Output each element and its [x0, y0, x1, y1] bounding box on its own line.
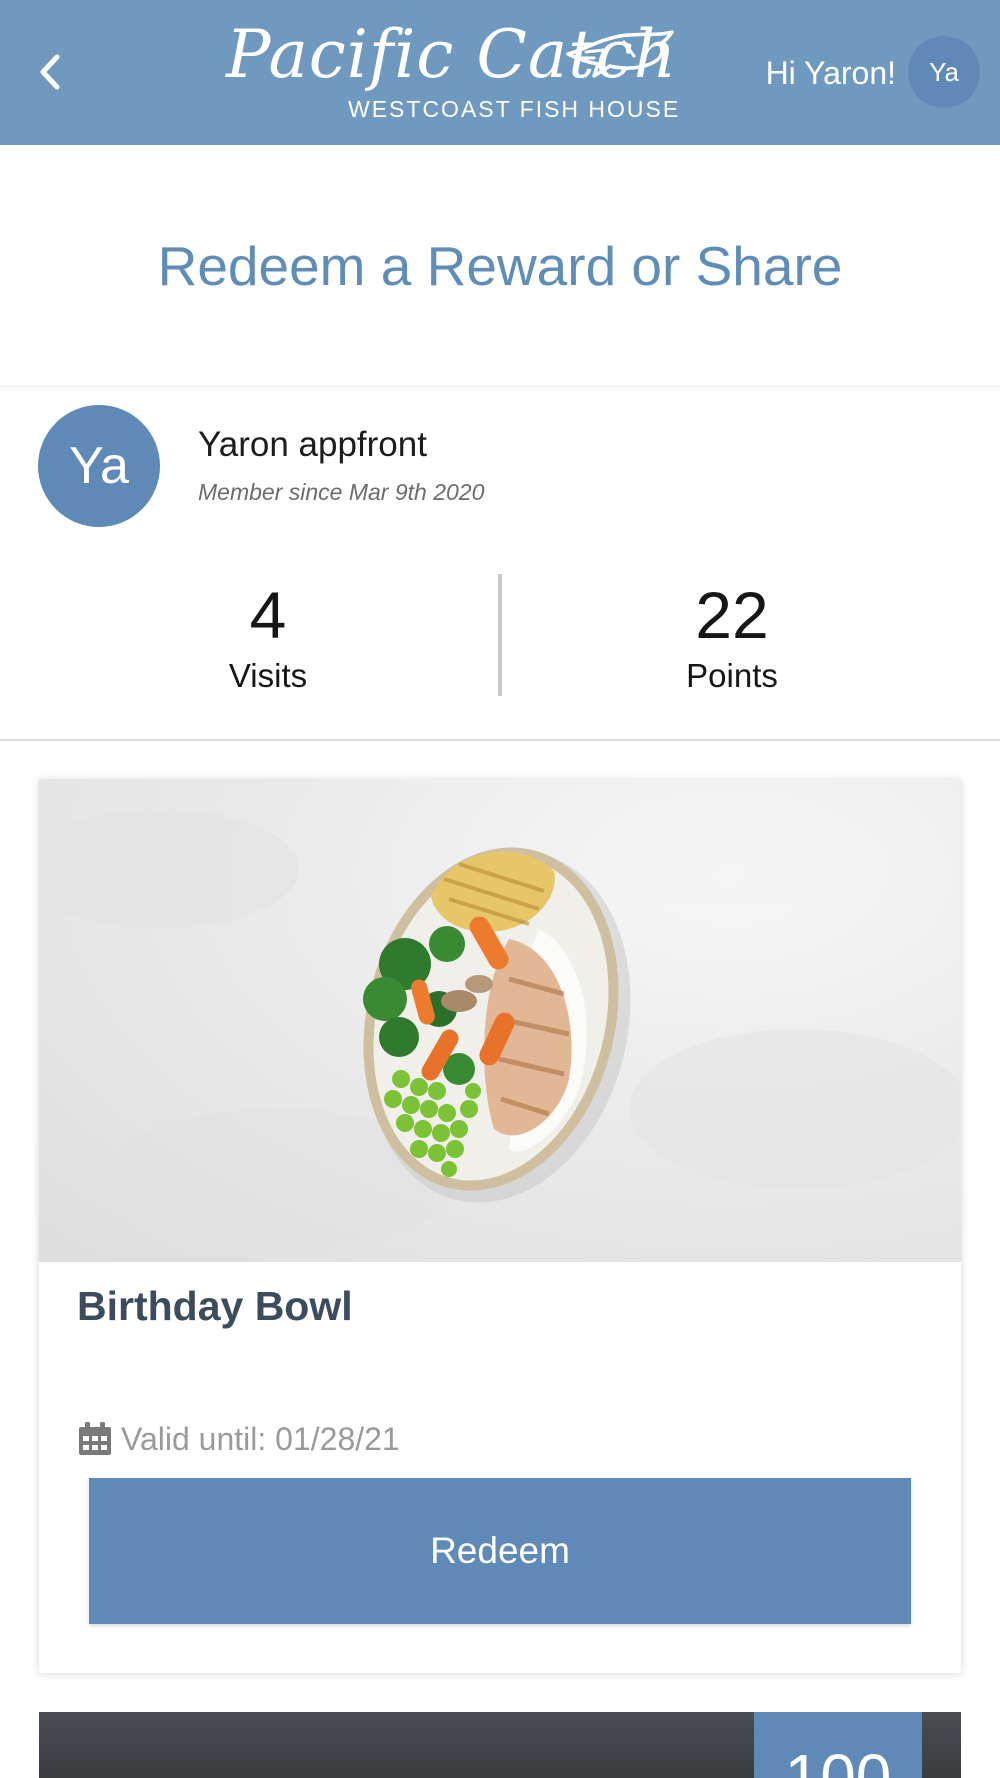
pacific-catch-logo[interactable]: Pacific Catch WESTCOAST FISH HOUSE — [222, 22, 682, 127]
visits-value: 4 — [249, 578, 287, 652]
title-section: Redeem a Reward or Share — [0, 145, 1000, 387]
valid-until: Valid until: 01/28/21 — [77, 1419, 400, 1459]
points-stat: 22 Points — [582, 578, 882, 696]
food-bowl-image — [39, 809, 961, 1249]
profile-name: Yaron appfront — [198, 425, 427, 464]
points-value: 22 — [695, 578, 769, 652]
top-header: Pacific Catch WESTCOAST FISH HOUSE Hi Ya… — [0, 0, 1000, 145]
header-avatar[interactable]: Ya — [908, 36, 980, 108]
valid-until-text: Valid until: 01/28/21 — [121, 1420, 400, 1457]
visits-label: Visits — [228, 657, 308, 694]
stats-divider-line — [0, 739, 1000, 741]
redeem-button[interactable]: Redeem — [89, 1478, 911, 1624]
points-badge: 100 — [754, 1712, 922, 1778]
reward-card: Birthday Bowl Valid until: 01/28/21 Rede… — [39, 779, 961, 1673]
stats-divider — [498, 574, 502, 696]
chevron-left-icon — [40, 54, 60, 90]
calendar-icon — [79, 1422, 111, 1455]
back-button[interactable] — [28, 44, 72, 100]
logo-subtitle: WESTCOAST FISH HOUSE — [348, 96, 681, 122]
visits-stat: 4 Visits — [118, 578, 418, 696]
reward-image — [39, 779, 961, 1262]
points-badge-value: 100 — [784, 1741, 892, 1778]
points-label: Points — [686, 657, 778, 694]
greeting-text: Hi Yaron! — [765, 55, 896, 91]
fish-logo-icon — [566, 30, 674, 78]
reward-card-next[interactable]: 100 — [39, 1712, 961, 1778]
reward-title: Birthday Bowl — [77, 1283, 353, 1329]
member-since: Member since Mar 9th 2020 — [198, 479, 485, 505]
profile-avatar: Ya — [38, 405, 160, 527]
page-title: Redeem a Reward or Share — [157, 235, 843, 297]
